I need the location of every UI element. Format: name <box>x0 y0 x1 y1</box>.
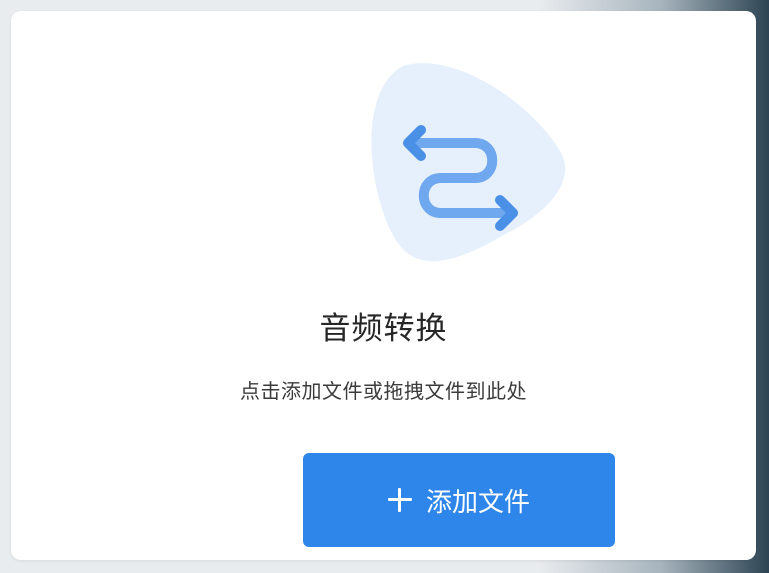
audio-convert-icon <box>363 58 568 268</box>
add-file-button[interactable]: 添加文件 <box>303 453 615 547</box>
plus-icon <box>387 488 412 512</box>
drop-hint: 点击添加文件或拖拽文件到此处 <box>240 379 527 403</box>
page-title: 音频转换 <box>319 311 448 347</box>
converter-card: 音频转换 点击添加文件或拖拽文件到此处 添加文件 <box>11 11 756 560</box>
add-file-label: 添加文件 <box>425 487 530 518</box>
